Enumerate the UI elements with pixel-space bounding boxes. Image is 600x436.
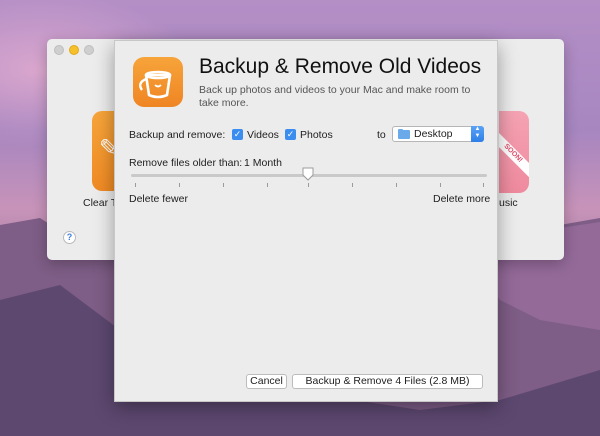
age-value: 1 Month [244,157,282,169]
folder-icon [398,130,410,139]
destination-popup[interactable]: Desktop ▲ ▼ [392,126,484,142]
zoom-window-button[interactable] [84,45,94,55]
delete-more-label: Delete more [433,193,491,205]
close-window-button[interactable] [54,45,64,55]
photos-label: Photos [300,129,333,141]
backup-remove-button[interactable]: Backup & Remove 4 Files (2.8 MB) [292,374,483,389]
slider-tick [483,183,484,187]
cancel-button[interactable]: Cancel [246,374,287,389]
clear-app-label: Clear T [83,197,118,209]
delete-fewer-label: Delete fewer [129,193,188,205]
minimize-window-button[interactable] [69,45,79,55]
slider-tick [440,183,441,187]
slider-tick [396,183,397,187]
dialog-subtitle: Back up photos and videos to your Mac an… [199,84,471,109]
slider-tick [352,183,353,187]
soon-badge: SOON! [499,129,529,179]
music-app-tile[interactable]: SOON! [499,111,529,193]
videos-label: Videos [247,129,279,141]
destination-value: Desktop [414,128,453,140]
help-button[interactable]: ? [63,231,76,244]
music-app-label: usic [499,197,518,209]
backup-remove-label: Backup and remove: [129,129,226,141]
slider-tick [308,183,309,187]
bucket-app-icon [133,57,183,107]
dialog-title: Backup & Remove Old Videos [199,55,482,78]
videos-checkbox[interactable]: ✓ [232,129,243,140]
photos-checkbox[interactable]: ✓ [285,129,296,140]
age-slider-thumb[interactable] [302,167,314,181]
slider-tick [179,183,180,187]
chevron-updown-icon: ▲ ▼ [471,126,484,142]
to-label: to [377,129,386,141]
slider-tick [223,183,224,187]
slider-tick [267,183,268,187]
slider-tick [135,183,136,187]
remove-older-label: Remove files older than: [129,157,243,169]
backup-remove-dialog: Backup & Remove Old Videos Back up photo… [114,40,498,402]
